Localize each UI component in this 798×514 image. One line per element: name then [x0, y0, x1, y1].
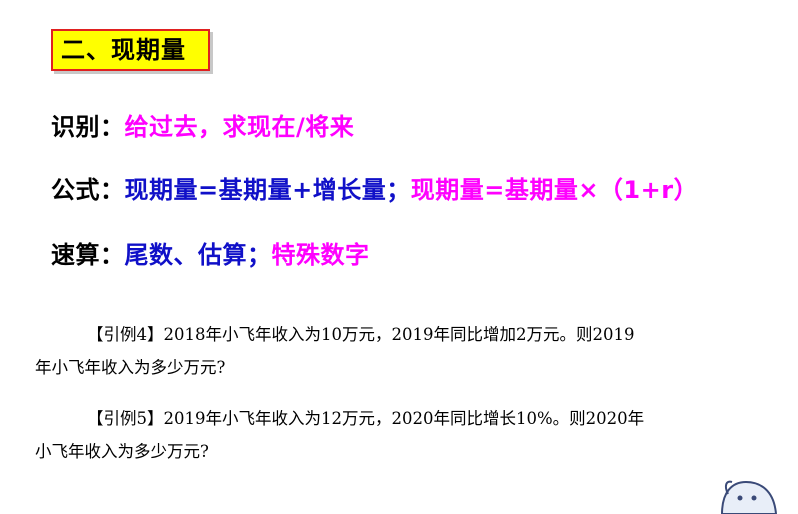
section-title: 二、现期量 [51, 29, 210, 71]
formula-line: 公式：现期量=基期量+增长量；现期量=基期量×（1+r） [51, 170, 698, 205]
formula-label: 公式： [51, 176, 125, 204]
identify-label: 识别： [51, 113, 125, 141]
identify-content: 给过去，求现在/将来 [124, 113, 355, 141]
formula-multiplicative: 现期量=基期量×（1+r） [410, 176, 699, 204]
identify-line: 识别：给过去，求现在/将来 [51, 107, 354, 142]
cartoon-character-icon [720, 480, 778, 514]
example-5: 【引例5】2019年小飞年收入为12万元，2020年同比增长10%。则2020年… [35, 402, 775, 468]
example-4-line-2: 年小飞年收入为多少万元? [35, 358, 226, 377]
example-4: 【引例4】2018年小飞年收入为10万元，2019年同比增加2万元。则2019 … [35, 318, 775, 384]
example-5-line-2: 小飞年收入为多少万元? [35, 442, 209, 461]
example-4-line-1: 【引例4】2018年小飞年收入为10万元，2019年同比增加2万元。则2019 [87, 325, 635, 344]
quick-calc-label: 速算： [51, 241, 125, 269]
quick-calc-special: 特殊数字 [271, 241, 370, 269]
formula-additive: 现期量=基期量+增长量； [124, 176, 411, 204]
quick-calc-line: 速算：尾数、估算；特殊数字 [51, 235, 370, 270]
example-5-line-1: 【引例5】2019年小飞年收入为12万元，2020年同比增长10%。则2020年 [87, 409, 645, 428]
quick-calc-methods: 尾数、估算； [124, 241, 272, 269]
